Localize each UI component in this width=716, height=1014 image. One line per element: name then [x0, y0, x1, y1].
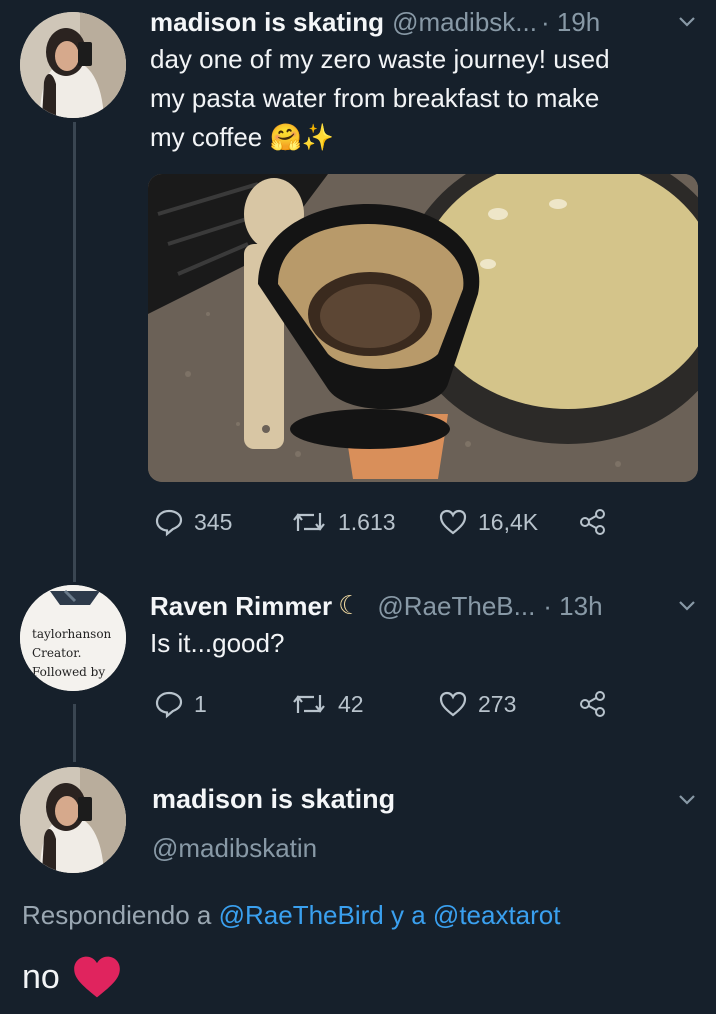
tweet-text-line-3: my coffee: [150, 122, 263, 152]
tweet-header: Raven Rimmer ☾ @RaeTheB... · 13h: [150, 590, 698, 622]
tweet-text-line: day one of my zero waste journey! used: [150, 44, 610, 74]
heart-icon: [439, 509, 467, 535]
tweet-text: day one of my zero waste journey! used m…: [150, 40, 698, 157]
timestamp[interactable]: · 13h: [543, 590, 602, 622]
avatar[interactable]: [20, 767, 126, 873]
replying-and: y a: [391, 900, 426, 930]
user-handle[interactable]: @madibskatin: [152, 832, 698, 864]
replying-prefix: Respondiendo a: [22, 900, 212, 930]
profile-photo-icon: [20, 12, 126, 118]
reply-button[interactable]: 1: [154, 689, 207, 719]
share-button[interactable]: [578, 689, 608, 719]
replying-to: Respondiendo a @RaeTheBird y a @teaxtaro…: [22, 900, 560, 931]
avatar-caption-line: taylorhanson: [32, 627, 112, 641]
reply-icon: [155, 691, 183, 719]
avatar-caption-line: Followed by: [32, 665, 106, 679]
user-handle[interactable]: @madibsk...: [392, 6, 537, 38]
chevron-down-icon[interactable]: [676, 788, 698, 810]
reply-count: 345: [194, 508, 233, 535]
timestamp[interactable]: · 19h: [541, 6, 600, 38]
like-button[interactable]: 273: [438, 689, 516, 719]
tweet-image[interactable]: [148, 174, 698, 482]
like-count: 273: [478, 690, 517, 717]
tweet-header: madison is skating @madibsk... · 19h: [150, 6, 698, 38]
avatar[interactable]: taylorhanson Creator. Followed by: [20, 585, 126, 691]
like-count: 16,4K: [478, 508, 539, 535]
tweet-text-line: my pasta water from breakfast to make: [150, 83, 600, 113]
thread-line-2: [73, 704, 76, 762]
avatar[interactable]: [20, 12, 126, 118]
heart-icon: [439, 691, 467, 717]
mention-link[interactable]: @teaxtarot: [433, 900, 561, 930]
display-name[interactable]: madison is skating: [152, 782, 698, 816]
share-icon: [580, 691, 605, 717]
tweet-actions: 345 1.613 16,4K: [150, 505, 690, 541]
avatar-caption-line: Creator.: [32, 646, 82, 660]
tweet-text: no: [22, 955, 122, 999]
retweet-button[interactable]: 1.613: [290, 507, 396, 537]
tweet-text-line: my coffee 🤗✨: [150, 118, 698, 157]
reply-button[interactable]: 345: [154, 507, 232, 537]
share-button[interactable]: [578, 507, 608, 537]
tweet-actions: 1 42 273: [150, 687, 690, 723]
coffee-photo-icon: [148, 174, 698, 482]
thread-line-1: [73, 122, 76, 582]
tweet-focused-header[interactable]: madison is skating @madibskatin: [152, 782, 698, 864]
user-handle[interactable]: @RaeTheB...: [377, 590, 535, 622]
retweet-count: 42: [338, 690, 364, 717]
like-button[interactable]: 16,4K: [438, 507, 538, 537]
retweet-button[interactable]: 42: [290, 689, 364, 719]
chevron-down-icon[interactable]: [676, 10, 698, 32]
emoji: 🤗✨: [269, 122, 335, 152]
avatar-caption: taylorhanson Creator. Followed by: [32, 625, 111, 682]
display-name[interactable]: madison is skating: [150, 6, 384, 38]
tweet-reply[interactable]: Raven Rimmer ☾ @RaeTheB... · 13h Is it..…: [150, 590, 698, 663]
share-icon: [580, 509, 605, 535]
mention-link[interactable]: @RaeTheBird: [219, 900, 384, 930]
moon-icon: ☾: [338, 591, 362, 621]
reply-count: 1: [194, 690, 207, 717]
chevron-down-icon[interactable]: [676, 594, 698, 616]
red-heart-icon: [74, 956, 120, 998]
retweet-icon: [293, 513, 325, 531]
tweet-text: Is it...good?: [150, 628, 285, 658]
display-name[interactable]: Raven Rimmer: [150, 590, 332, 622]
reply-icon: [155, 509, 183, 537]
tweet-original[interactable]: madison is skating @madibsk... · 19h day…: [150, 6, 698, 157]
retweet-count: 1.613: [338, 508, 396, 535]
tweet-text-word: no: [22, 957, 60, 996]
retweet-icon: [293, 695, 325, 713]
profile-photo-icon: [20, 767, 126, 873]
